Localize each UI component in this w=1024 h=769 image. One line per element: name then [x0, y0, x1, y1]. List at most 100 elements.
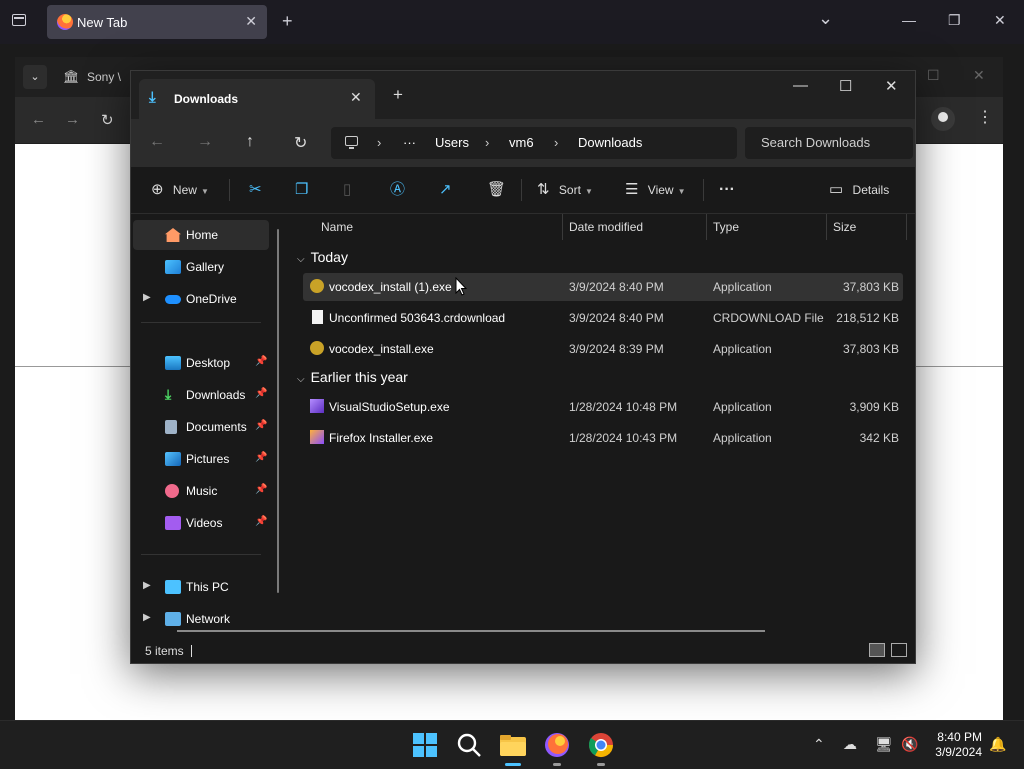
group-header-today[interactable]: ⌵ Today: [297, 249, 348, 265]
forward-button[interactable]: →: [197, 133, 213, 151]
firefox-list-all-tabs-button[interactable]: ⌄: [818, 8, 833, 29]
column-divider[interactable]: [562, 214, 563, 240]
refresh-button[interactable]: ↻: [294, 133, 307, 153]
explorer-tab-downloads[interactable]: ⤓ Downloads ✕: [139, 79, 375, 119]
firefox-tab-close-button[interactable]: ✕: [245, 13, 257, 30]
explorer-new-tab-button[interactable]: +: [393, 85, 403, 105]
paste-button[interactable]: ▯: [343, 167, 351, 213]
copy-button[interactable]: ❐: [295, 167, 308, 213]
chevron-right-icon[interactable]: ▶: [143, 292, 151, 303]
background-close-button[interactable]: ✕: [973, 67, 985, 84]
details-pane-button[interactable]: ▭ Details: [829, 167, 889, 213]
chevron-right-icon[interactable]: ▶: [143, 580, 151, 591]
nav-item-music[interactable]: Music 📌: [133, 476, 269, 506]
up-button[interactable]: ↑: [246, 133, 254, 151]
chrome-taskbar-icon[interactable]: [585, 729, 617, 761]
start-button[interactable]: [409, 729, 441, 761]
search-input[interactable]: [759, 134, 913, 151]
explorer-tab-close-button[interactable]: ✕: [350, 89, 362, 106]
new-button[interactable]: ⊕ New ▼: [151, 167, 209, 213]
profile-avatar-icon[interactable]: [931, 107, 955, 131]
rename-button[interactable]: Ⓐ: [390, 167, 405, 213]
column-header-type[interactable]: Type: [713, 214, 739, 240]
running-app-indicator: [553, 763, 561, 766]
view-button-label: View: [647, 183, 674, 197]
chevron-right-icon[interactable]: ▶: [143, 612, 151, 623]
nav-item-documents[interactable]: Documents 📌: [133, 412, 269, 442]
firefox-new-tab-button[interactable]: +: [282, 11, 293, 32]
nav-item-pictures[interactable]: Pictures 📌: [133, 444, 269, 474]
firefox-maximize-button[interactable]: ❐: [948, 12, 961, 29]
background-more-menu-button[interactable]: ⋮: [977, 107, 993, 127]
nav-item-videos[interactable]: Videos 📌: [133, 508, 269, 538]
back-button[interactable]: ←: [149, 133, 165, 151]
firefox-close-button[interactable]: ✕: [994, 12, 1006, 29]
breadcrumb-more-button[interactable]: ···: [403, 135, 416, 150]
background-tab-title[interactable]: Sony \: [87, 70, 121, 84]
notification-bell-icon[interactable]: 🔔: [989, 736, 1006, 753]
active-app-indicator: [505, 763, 521, 766]
nav-item-this-pc[interactable]: ▶ This PC: [133, 572, 269, 602]
background-maximize-button[interactable]: ☐: [927, 67, 940, 84]
column-header-date-modified[interactable]: Date modified: [569, 214, 643, 240]
explorer-close-button[interactable]: ✕: [885, 77, 898, 95]
background-reload-button[interactable]: ↻: [101, 111, 114, 129]
column-header-size[interactable]: Size: [833, 214, 856, 240]
sort-button[interactable]: ⇅ Sort ▼: [537, 167, 593, 213]
file-explorer-taskbar-icon[interactable]: [497, 729, 529, 761]
volume-muted-icon[interactable]: 🔇: [901, 736, 918, 753]
nav-item-label: Downloads: [186, 388, 246, 402]
onedrive-offline-icon[interactable]: ☁: [843, 736, 857, 753]
see-more-button[interactable]: ···: [719, 167, 735, 213]
breadcrumb-vm6[interactable]: vm6: [509, 135, 534, 150]
nav-item-onedrive[interactable]: ▶ OneDrive: [133, 284, 269, 314]
pin-icon: 📌: [255, 484, 268, 495]
view-button[interactable]: ☰ View ▼: [625, 167, 686, 213]
firefox-tab-new-tab[interactable]: New Tab ✕: [47, 5, 267, 39]
address-bar[interactable]: › ··· Users › vm6 › Downloads: [331, 127, 737, 159]
videos-icon: [165, 516, 181, 530]
nav-item-downloads[interactable]: ⤓ Downloads 📌: [133, 380, 269, 410]
download-icon: ⤓: [165, 386, 172, 402]
background-back-button[interactable]: ←: [31, 111, 46, 128]
firefox-view-icon[interactable]: [12, 14, 26, 26]
search-icon[interactable]: [453, 729, 485, 761]
file-row[interactable]: Unconfirmed 503643.crdownload 3/9/2024 8…: [303, 304, 903, 332]
show-hidden-icons-button[interactable]: ⌃: [813, 736, 825, 753]
cut-button[interactable]: ✂: [249, 167, 262, 213]
file-row[interactable]: vocodex_install (1).exe 3/9/2024 8:40 PM…: [303, 273, 903, 301]
file-row[interactable]: Firefox Installer.exe 1/28/2024 10:43 PM…: [303, 424, 903, 452]
column-divider[interactable]: [906, 214, 907, 240]
network-icon[interactable]: 🖥: [875, 736, 893, 753]
file-row[interactable]: VisualStudioSetup.exe 1/28/2024 10:48 PM…: [303, 393, 903, 421]
background-forward-button[interactable]: →: [65, 111, 80, 128]
firefox-minimize-button[interactable]: —: [902, 12, 916, 28]
column-header-name[interactable]: Name: [321, 214, 353, 240]
large-icons-view-button[interactable]: [891, 643, 907, 657]
nav-item-desktop[interactable]: Desktop 📌: [133, 348, 269, 378]
navigation-pane-scrollbar[interactable]: [277, 229, 279, 593]
breadcrumb-downloads[interactable]: Downloads: [578, 135, 642, 150]
column-divider[interactable]: [706, 214, 707, 240]
file-row[interactable]: vocodex_install.exe 3/9/2024 8:39 PM App…: [303, 335, 903, 363]
toolbar-divider: [229, 179, 230, 201]
nav-item-gallery[interactable]: Gallery: [133, 252, 269, 282]
delete-button[interactable]: 🗑: [487, 167, 506, 213]
breadcrumb-separator-icon: ›: [554, 135, 559, 150]
search-box[interactable]: [745, 127, 913, 159]
system-clock[interactable]: 8:40 PM 3/9/2024: [930, 730, 982, 760]
background-tab-menu-button[interactable]: ⌄: [23, 65, 47, 89]
firefox-taskbar-icon[interactable]: [541, 729, 573, 761]
nav-item-home[interactable]: Home: [133, 220, 269, 250]
explorer-minimize-button[interactable]: —: [793, 77, 808, 94]
details-view-button[interactable]: [869, 643, 885, 657]
column-divider[interactable]: [826, 214, 827, 240]
bank-icon: 🏛: [63, 69, 80, 84]
nav-divider: [141, 554, 261, 555]
file-list-horizontal-scrollbar[interactable]: [177, 630, 765, 632]
group-header-earlier-this-year[interactable]: ⌵ Earlier this year: [297, 369, 408, 385]
explorer-maximize-button[interactable]: ☐: [839, 77, 852, 95]
breadcrumb-users[interactable]: Users: [435, 135, 469, 150]
file-name: VisualStudioSetup.exe: [329, 400, 450, 414]
share-button[interactable]: ↗: [439, 167, 452, 213]
